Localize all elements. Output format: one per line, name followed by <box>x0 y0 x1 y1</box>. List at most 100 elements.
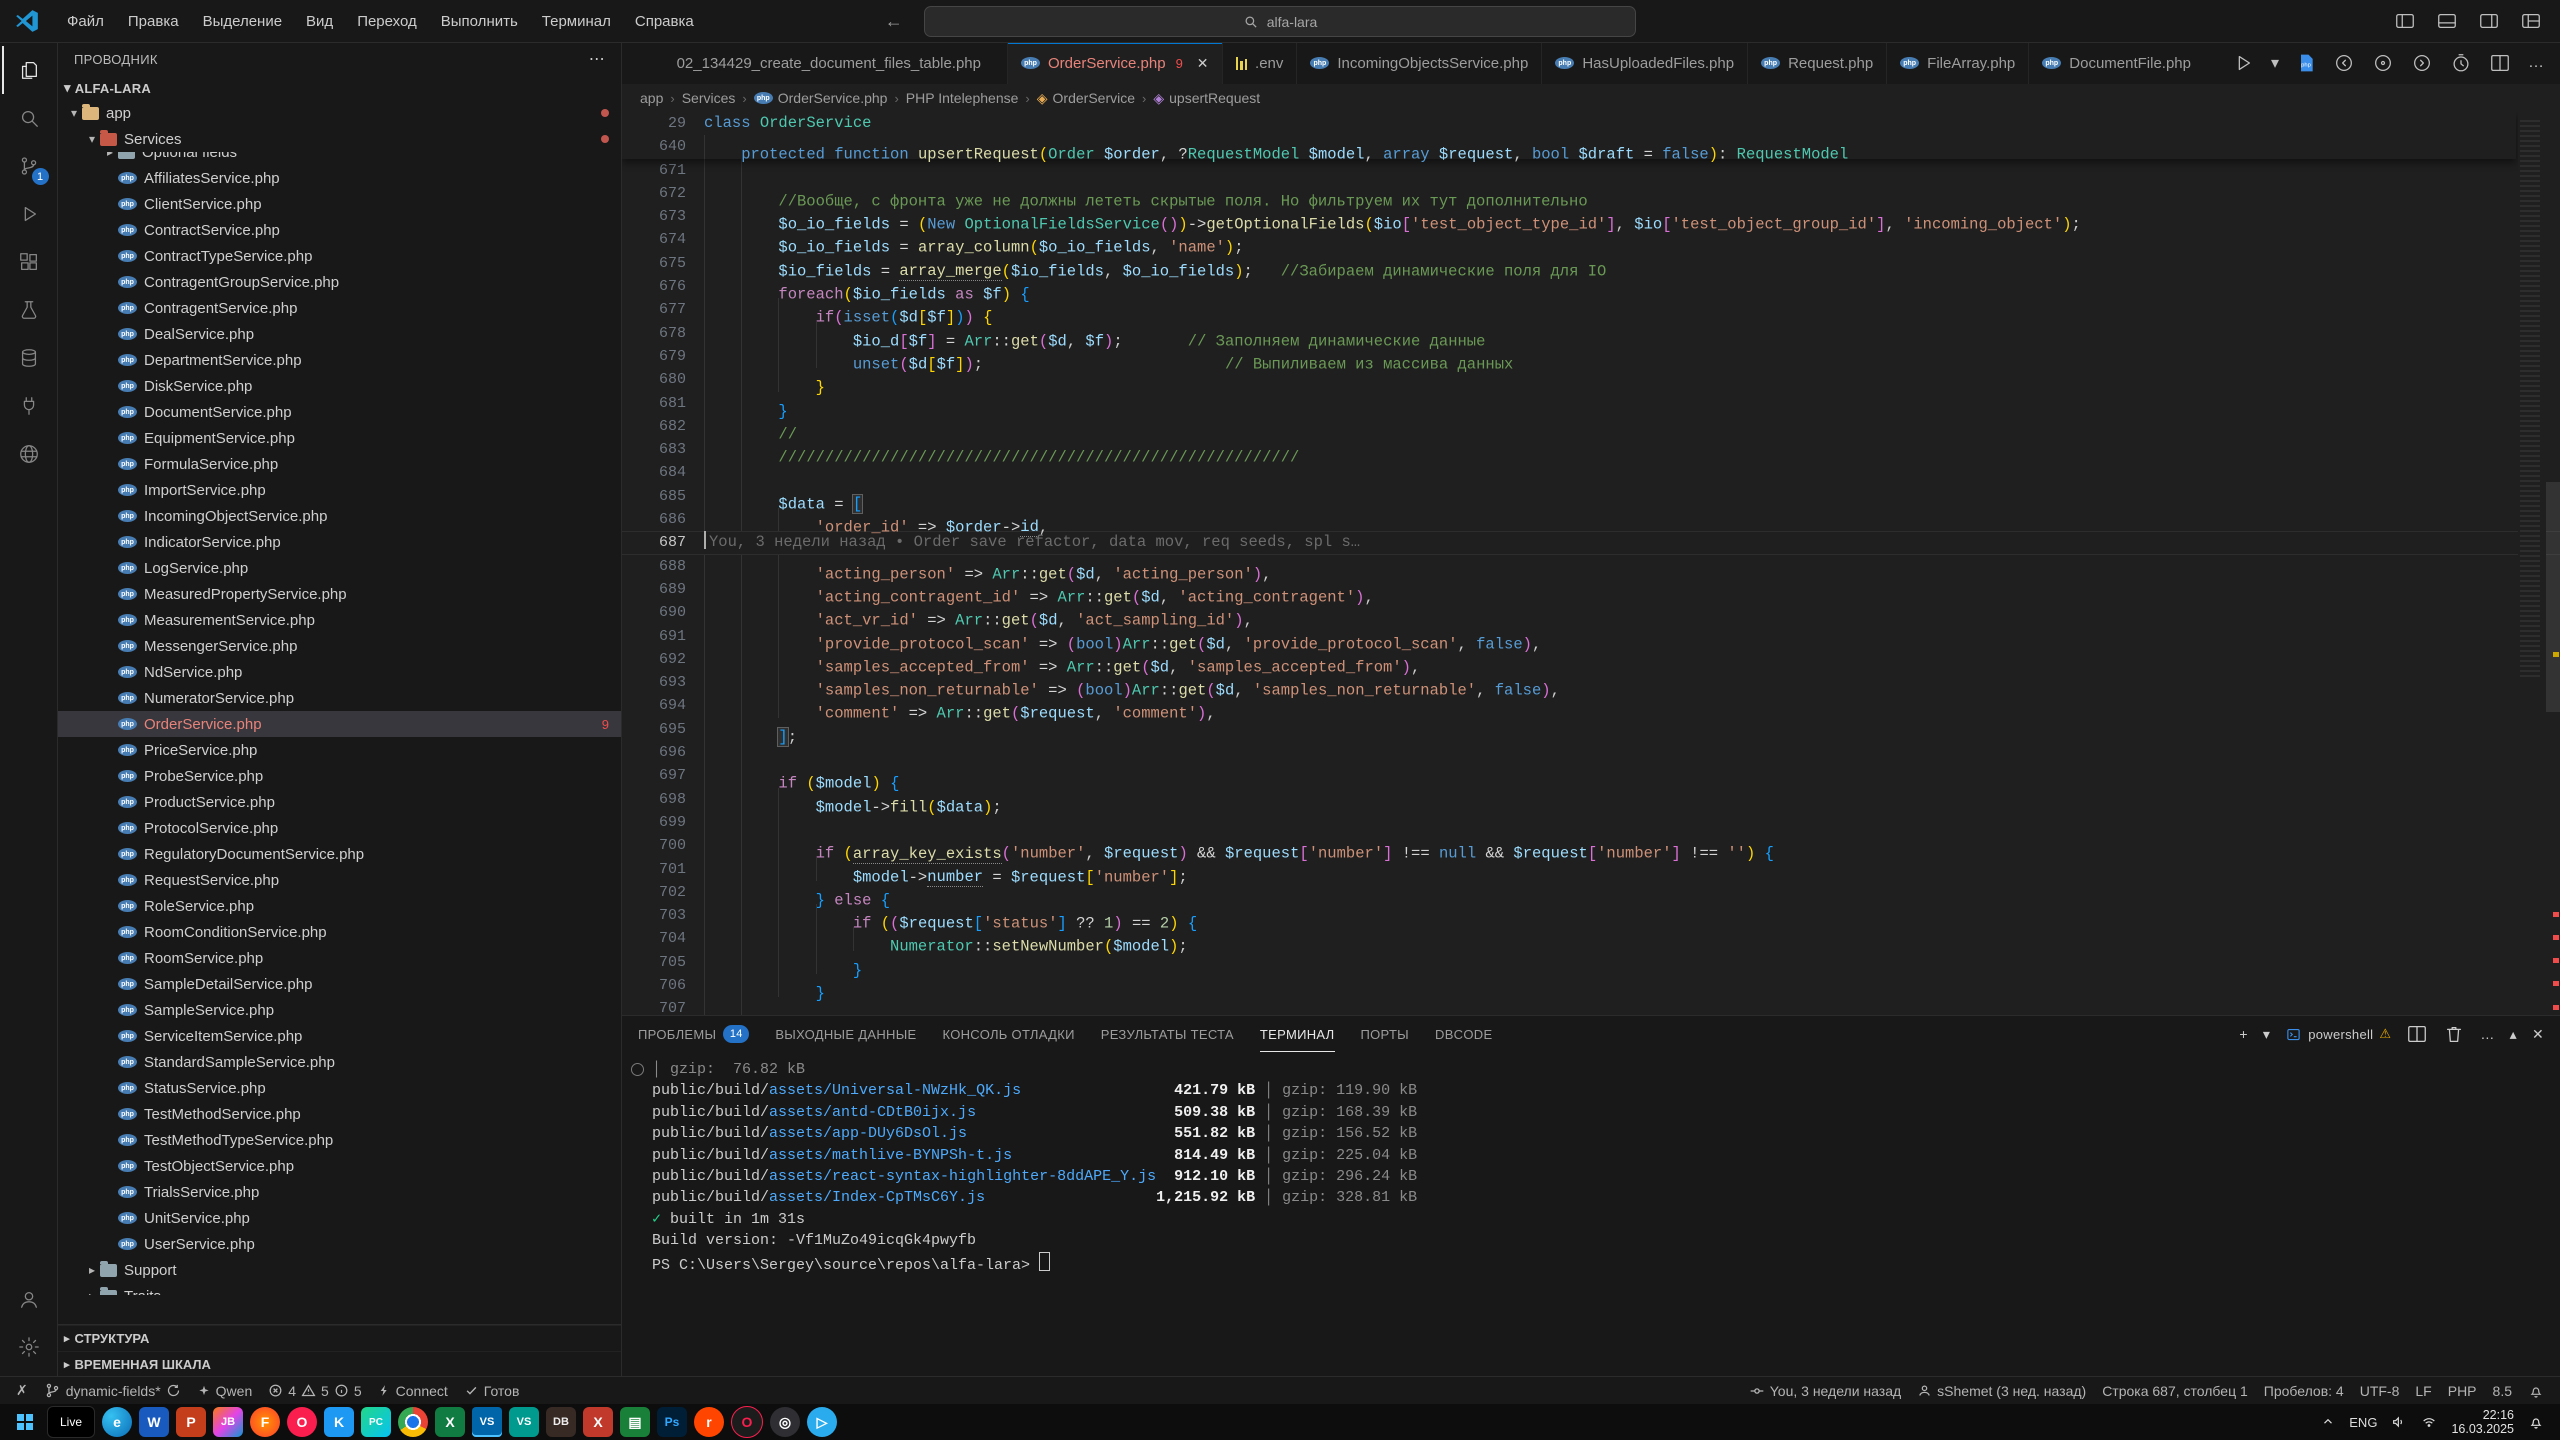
menu-Выделение[interactable]: Выделение <box>192 8 293 35</box>
tab-FileArray.php[interactable]: phpFileArray.php <box>1887 42 2029 84</box>
tab-HasUploadedFiles.php[interactable]: phpHasUploadedFiles.php <box>1542 42 1748 84</box>
panel-tab-РЕЗУЛЬТАТЫ ТЕСТА[interactable]: РЕЗУЛЬТАТЫ ТЕСТА <box>1101 1016 1234 1052</box>
start-button[interactable] <box>10 1407 40 1437</box>
activitybar-accounts[interactable] <box>2 1275 56 1323</box>
nav-back-circle-icon[interactable] <box>2333 52 2355 74</box>
terminal-dropdown-icon[interactable]: ▾ <box>2263 1026 2270 1043</box>
command-decoration-icon[interactable] <box>631 1063 644 1076</box>
tab-DocumentFile.php[interactable]: phpDocumentFile.php <box>2029 42 2204 84</box>
timer-icon[interactable] <box>2450 52 2472 74</box>
tree-file-AffiliatesService.php[interactable]: phpAffiliatesService.php <box>58 165 621 191</box>
telegram-icon[interactable]: ▷ <box>807 1407 837 1437</box>
tree-file-MeasuredPropertyService.php[interactable]: phpMeasuredPropertyService.php <box>58 581 621 607</box>
chrome-icon[interactable] <box>398 1407 428 1437</box>
tree-file-ProtocolService.php[interactable]: phpProtocolService.php <box>58 815 621 841</box>
firefox-icon[interactable]: F <box>250 1407 280 1437</box>
tree-file-ContragentGroupService.php[interactable]: phpContragentGroupService.php <box>58 269 621 295</box>
menu-Файл[interactable]: Файл <box>56 8 115 35</box>
close-icon[interactable]: ✕ <box>1197 55 1209 72</box>
obs-icon[interactable]: ◎ <box>770 1407 800 1437</box>
scrollbar-thumb[interactable] <box>2546 482 2560 712</box>
statusbar-remote-indicator[interactable]: ✗ <box>8 1377 36 1404</box>
tab-02_134429_create_document_files_table.php[interactable]: 02_134429_create_document_files_table.ph… <box>622 42 1008 84</box>
tray-language-indicator[interactable]: ENG <box>2349 1415 2377 1430</box>
reddit-icon[interactable]: r <box>694 1407 724 1437</box>
sheets-icon[interactable]: ▤ <box>620 1407 650 1437</box>
breadcrumb-item-app[interactable]: app <box>640 90 663 106</box>
tree-file-PriceService.php[interactable]: phpPriceService.php <box>58 737 621 763</box>
tray-notifications-icon[interactable] <box>2528 1414 2544 1430</box>
menu-Терминал[interactable]: Терминал <box>531 8 622 35</box>
panel-tab-DBCODE[interactable]: DBCODE <box>1435 1016 1492 1052</box>
powerpoint-icon[interactable]: P <box>176 1407 206 1437</box>
editor-scrollbar[interactable] <box>2546 112 2560 1015</box>
tree-file-SampleDetailService.php[interactable]: phpSampleDetailService.php <box>58 971 621 997</box>
tree-file-ContractService.php[interactable]: phpContractService.php <box>58 217 621 243</box>
terminal-instance-powershell[interactable]: powershell⚠ <box>2285 1026 2391 1042</box>
statusbar-cursor-position[interactable]: Строка 687, столбец 1 <box>2094 1377 2256 1404</box>
nav-back-icon[interactable]: ← <box>885 11 903 32</box>
tree-file-UserService.php[interactable]: phpUserService.php <box>58 1231 621 1257</box>
breadcrumb-item-upsertRequest[interactable]: ◈upsertRequest <box>1153 90 1260 107</box>
tray-clock[interactable]: 22:1616.03.2025 <box>2451 1408 2514 1436</box>
tree-file-RegulatoryDocumentService.php[interactable]: phpRegulatoryDocumentService.php <box>58 841 621 867</box>
more-actions-icon[interactable]: … <box>2480 1026 2494 1042</box>
split-editor-icon[interactable] <box>2489 52 2511 74</box>
tree-file-ServiceItemService.php[interactable]: phpServiceItemService.php <box>58 1023 621 1049</box>
command-center-search[interactable]: alfa-lara <box>924 6 1636 37</box>
statusbar-connect[interactable]: Connect <box>370 1377 456 1404</box>
tree-folder-Support[interactable]: ▸Support <box>58 1257 621 1283</box>
tree-file-TestMethodTypeService.php[interactable]: phpTestMethodTypeService.php <box>58 1127 621 1153</box>
tree-file-TestObjectService.php[interactable]: phpTestObjectService.php <box>58 1153 621 1179</box>
minimap[interactable] <box>2518 112 2546 1015</box>
statusbar-language-mode[interactable]: PHP <box>2440 1377 2485 1404</box>
maximize-panel-icon[interactable]: ▴ <box>2510 1026 2517 1043</box>
excel-icon[interactable]: X <box>435 1407 465 1437</box>
panel-tab-ПОРТЫ[interactable]: ПОРТЫ <box>1361 1016 1410 1052</box>
toggle-panel-bottom-icon[interactable] <box>2436 10 2458 32</box>
kde-icon[interactable]: K <box>324 1407 354 1437</box>
tree-file-TrialsService.php[interactable]: phpTrialsService.php <box>58 1179 621 1205</box>
tree-file-DealService.php[interactable]: phpDealService.php <box>58 321 621 347</box>
tree-file-SampleService.php[interactable]: phpSampleService.php <box>58 997 621 1023</box>
tree-file-NdService.php[interactable]: phpNdService.php <box>58 659 621 685</box>
tree-file-RequestService.php[interactable]: phpRequestService.php <box>58 867 621 893</box>
tree-file-ImportService.php[interactable]: phpImportService.php <box>58 477 621 503</box>
activitybar-run-debug[interactable] <box>2 190 56 238</box>
tree-file-ClientService.php[interactable]: phpClientService.php <box>58 191 621 217</box>
dbeaver-icon[interactable]: DB <box>546 1407 576 1437</box>
tree-file-UnitService.php[interactable]: phpUnitService.php <box>58 1205 621 1231</box>
tree-file-ProductService.php[interactable]: phpProductService.php <box>58 789 621 815</box>
breadcrumb[interactable]: app›Services›phpOrderService.php›PHP Int… <box>622 84 2560 112</box>
tree-file-TestMethodService.php[interactable]: phpTestMethodService.php <box>58 1101 621 1127</box>
tab-.env[interactable]: .env <box>1223 42 1298 84</box>
tree-file-StandardSampleService.php[interactable]: phpStandardSampleService.php <box>58 1049 621 1075</box>
tree-file-ContragentService.php[interactable]: phpContragentService.php <box>58 295 621 321</box>
tree-file-MessengerService.php[interactable]: phpMessengerService.php <box>58 633 621 659</box>
tree-file-RoomService.php[interactable]: phpRoomService.php <box>58 945 621 971</box>
panel-tab-ТЕРМИНАЛ[interactable]: ТЕРМИНАЛ <box>1260 1016 1335 1052</box>
tab-Request.php[interactable]: phpRequest.php <box>1748 42 1887 84</box>
nav-dot-circle-icon[interactable] <box>2372 52 2394 74</box>
vscode-insiders-icon[interactable]: VS <box>509 1407 539 1437</box>
tree-folder-Optional fields[interactable]: ▸Optional fields <box>58 152 621 165</box>
activitybar-extensions[interactable] <box>2 238 56 286</box>
tree-file-NumeratorService.php[interactable]: phpNumeratorService.php <box>58 685 621 711</box>
activitybar-remote-explorer[interactable] <box>2 382 56 430</box>
more-actions-icon[interactable]: … <box>2528 54 2544 72</box>
panel-tab-ПРОБЛЕМЫ[interactable]: ПРОБЛЕМЫ14 <box>638 1016 749 1052</box>
menu-Выполнить[interactable]: Выполнить <box>430 8 529 35</box>
statusbar-indentation[interactable]: Пробелов: 4 <box>2256 1377 2352 1404</box>
menu-Справка[interactable]: Справка <box>624 8 705 35</box>
terminal[interactable]: │ gzip: 76.82 kBpublic/build/assets/Univ… <box>622 1052 2560 1377</box>
activitybar-explorer[interactable] <box>2 46 56 94</box>
php-preview-icon[interactable]: php <box>2296 53 2316 73</box>
nav-forward-circle-icon[interactable] <box>2411 52 2433 74</box>
tree-file-RoomConditionService.php[interactable]: phpRoomConditionService.php <box>58 919 621 945</box>
breadcrumb-item-OrderService.php[interactable]: phpOrderService.php <box>754 90 888 106</box>
code-editor[interactable]: 29class OrderService640protected functio… <box>622 112 2560 1015</box>
tree-file-DiskService.php[interactable]: phpDiskService.php <box>58 373 621 399</box>
tree-file-MeasurementService.php[interactable]: phpMeasurementService.php <box>58 607 621 633</box>
new-terminal-button[interactable]: + <box>2239 1026 2247 1042</box>
run-code-button[interactable] <box>2232 52 2254 74</box>
